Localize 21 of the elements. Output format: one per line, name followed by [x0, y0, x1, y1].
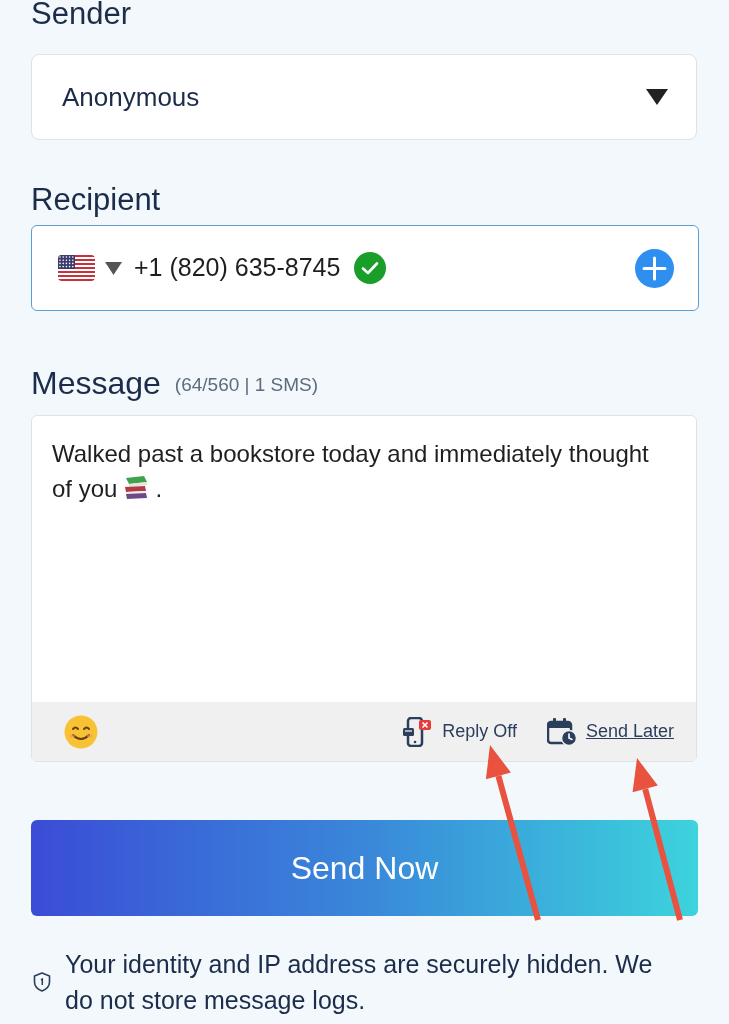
smiley-emoji-icon[interactable] — [64, 714, 98, 749]
phone-number: +1 (820) 635-8745 — [134, 252, 341, 284]
calendar-clock-icon — [546, 717, 577, 746]
send-later-link[interactable]: Send Later — [585, 718, 674, 746]
character-counter: (64/560 | 1 SMS) — [174, 372, 319, 397]
field-label: Sender — [31, 0, 131, 30]
field-label: Message — [31, 365, 161, 401]
recipient-field[interactable]: +1 (820) 635-8745 — [31, 225, 699, 311]
add-icon[interactable] — [635, 248, 674, 288]
send-now-button[interactable]: Send Now — [31, 820, 698, 916]
reply-toggle[interactable]: Reply Off — [442, 718, 517, 746]
shield-icon — [33, 972, 51, 992]
privacy-note: Your identity and IP address are securely hidden. We do not store message logs. — [65, 949, 654, 1016]
books-icon — [123, 476, 150, 500]
phone-chat-icon — [402, 716, 433, 747]
us-flag-icon — [58, 255, 95, 281]
caret-down-icon[interactable] — [105, 261, 122, 275]
sender-select[interactable]: Anonymous — [31, 54, 697, 140]
caret-down-icon — [646, 89, 668, 105]
field-label: Recipient — [31, 184, 161, 216]
message-field[interactable]: Walked past a bookstore today and immediately thought of you . — [32, 416, 696, 703]
